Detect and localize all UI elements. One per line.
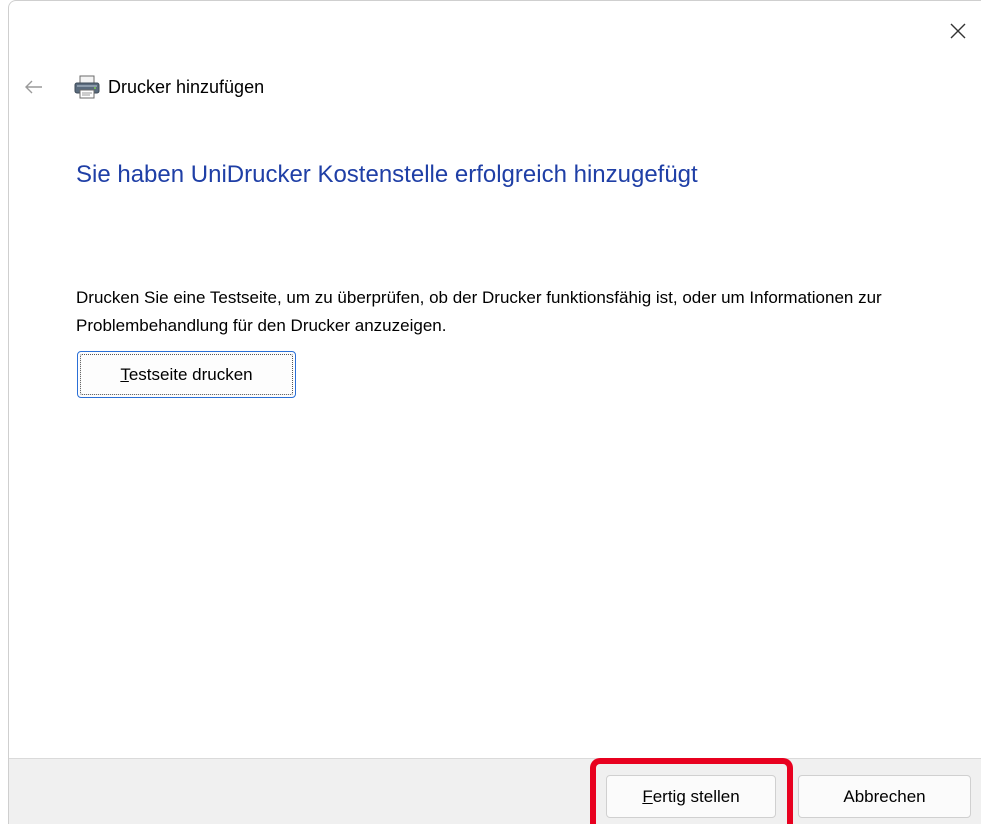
- success-heading: Sie haben UniDrucker Kostenstelle erfolg…: [76, 161, 698, 188]
- finish-button[interactable]: Fertig stellen: [606, 775, 776, 818]
- cancel-button-label: Abbrechen: [843, 786, 926, 806]
- close-icon: [950, 23, 966, 39]
- close-button[interactable]: [935, 8, 981, 54]
- add-printer-dialog: Drucker hinzufügen Sie haben UniDrucker …: [0, 0, 981, 824]
- description-text: Drucken Sie eine Testseite, um zu überpr…: [76, 288, 882, 335]
- print-test-page-label: Testseite drucken: [120, 364, 253, 384]
- dialog-frame: [8, 0, 981, 824]
- back-button[interactable]: [22, 75, 46, 99]
- printer-icon: [72, 73, 102, 101]
- print-test-page-button[interactable]: Testseite drucken: [77, 351, 296, 398]
- cancel-button[interactable]: Abbrechen: [798, 775, 971, 818]
- wizard-title: Drucker hinzufügen: [108, 76, 265, 97]
- back-arrow-icon: [25, 80, 42, 94]
- wizard-nav-row: Drucker hinzufügen: [22, 72, 264, 102]
- finish-button-label: Fertig stellen: [642, 786, 740, 806]
